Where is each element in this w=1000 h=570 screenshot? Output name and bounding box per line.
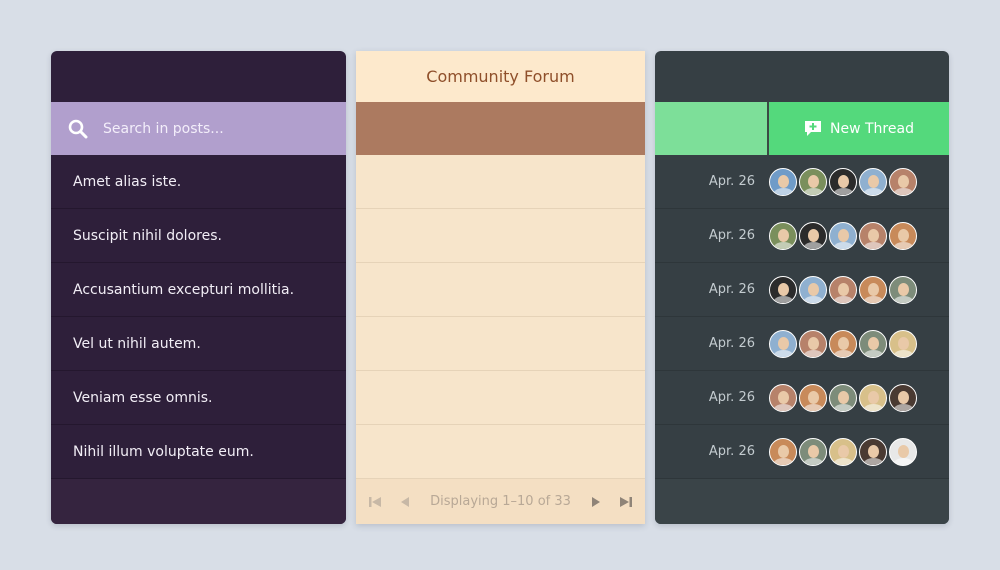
post-item[interactable]: Veniam esse omnis.	[51, 371, 346, 425]
avatar[interactable]	[889, 221, 917, 250]
avatar[interactable]	[769, 437, 797, 466]
participant-avatars	[769, 167, 919, 196]
triangle-right-icon[interactable]	[589, 495, 603, 509]
thread-row[interactable]: Apr. 26	[655, 425, 949, 479]
avatar[interactable]	[799, 221, 827, 250]
forum-header-band	[356, 102, 645, 155]
post-item[interactable]: Suscipit nihil dolores.	[51, 209, 346, 263]
avatar[interactable]	[889, 383, 917, 412]
avatar[interactable]	[889, 167, 917, 196]
participant-avatars	[769, 383, 919, 412]
pagination: Displaying 1–10 of 33	[356, 478, 645, 524]
threads-panel: New Thread Apr. 26 Apr. 26 Apr. 26 Apr. …	[655, 51, 949, 524]
forum-title: Community Forum	[356, 51, 645, 102]
avatar[interactable]	[769, 275, 797, 304]
avatar[interactable]	[859, 221, 887, 250]
avatar[interactable]	[799, 329, 827, 358]
post-title: Amet alias iste.	[73, 173, 182, 190]
threads-toolbar: New Thread	[655, 102, 949, 155]
forum-panel: Community Forum Displaying 1–10 of 33	[356, 51, 645, 524]
avatar[interactable]	[769, 221, 797, 250]
search-input[interactable]	[103, 120, 303, 137]
avatar[interactable]	[859, 167, 887, 196]
avatar[interactable]	[829, 383, 857, 412]
avatar[interactable]	[799, 167, 827, 196]
post-title: Veniam esse omnis.	[73, 389, 213, 406]
avatar[interactable]	[799, 437, 827, 466]
search-bar[interactable]	[51, 102, 346, 155]
avatar[interactable]	[889, 275, 917, 304]
avatar[interactable]	[769, 329, 797, 358]
post-title: Vel ut nihil autem.	[73, 335, 201, 352]
new-thread-label: New Thread	[830, 120, 914, 137]
avatar[interactable]	[859, 329, 887, 358]
threads-panel-header	[655, 51, 949, 102]
avatar[interactable]	[769, 167, 797, 196]
thread-row[interactable]: Apr. 26	[655, 317, 949, 371]
post-title: Suscipit nihil dolores.	[73, 227, 222, 244]
post-title: Accusantium excepturi mollitia.	[73, 281, 295, 298]
avatar[interactable]	[829, 275, 857, 304]
thread-date: Apr. 26	[708, 336, 755, 351]
avatar[interactable]	[829, 167, 857, 196]
toolbar-action-button[interactable]	[655, 102, 769, 155]
forum-row[interactable]	[356, 425, 645, 479]
avatar[interactable]	[889, 437, 917, 466]
skip-forward-icon[interactable]	[619, 495, 633, 509]
post-item[interactable]: Accusantium excepturi mollitia.	[51, 263, 346, 317]
pagination-text: Displaying 1–10 of 33	[430, 494, 571, 509]
avatar[interactable]	[799, 383, 827, 412]
participant-avatars	[769, 437, 919, 466]
forum-row[interactable]	[356, 317, 645, 371]
posts-panel: Amet alias iste. Suscipit nihil dolores.…	[51, 51, 346, 524]
post-title: Nihil illum voluptate eum.	[73, 443, 254, 460]
avatar[interactable]	[859, 437, 887, 466]
post-item[interactable]: Nihil illum voluptate eum.	[51, 425, 346, 479]
threads-panel-footer	[655, 479, 949, 524]
thread-date: Apr. 26	[708, 444, 755, 459]
post-list: Amet alias iste. Suscipit nihil dolores.…	[51, 155, 346, 479]
chat-plus-icon	[805, 121, 822, 136]
participant-avatars	[769, 329, 919, 358]
forum-row[interactable]	[356, 263, 645, 317]
new-thread-button[interactable]: New Thread	[769, 102, 949, 155]
thread-date: Apr. 26	[708, 174, 755, 189]
participant-avatars	[769, 221, 919, 250]
avatar[interactable]	[889, 329, 917, 358]
forum-row[interactable]	[356, 209, 645, 263]
avatar[interactable]	[859, 275, 887, 304]
triangle-left-icon[interactable]	[398, 495, 412, 509]
forum-row[interactable]	[356, 155, 645, 209]
thread-row[interactable]: Apr. 26	[655, 263, 949, 317]
avatar[interactable]	[829, 329, 857, 358]
post-item[interactable]: Vel ut nihil autem.	[51, 317, 346, 371]
avatar[interactable]	[829, 221, 857, 250]
posts-panel-header	[51, 51, 346, 102]
search-icon[interactable]	[68, 119, 88, 139]
participant-avatars	[769, 275, 919, 304]
thread-row[interactable]: Apr. 26	[655, 371, 949, 425]
thread-row[interactable]: Apr. 26	[655, 155, 949, 209]
avatar[interactable]	[799, 275, 827, 304]
thread-row[interactable]: Apr. 26	[655, 209, 949, 263]
avatar[interactable]	[769, 383, 797, 412]
thread-date: Apr. 26	[708, 282, 755, 297]
forum-row[interactable]	[356, 371, 645, 425]
avatar[interactable]	[829, 437, 857, 466]
skip-back-icon[interactable]	[368, 495, 382, 509]
thread-date: Apr. 26	[708, 390, 755, 405]
avatar[interactable]	[859, 383, 887, 412]
post-item[interactable]: Amet alias iste.	[51, 155, 346, 209]
thread-date: Apr. 26	[708, 228, 755, 243]
posts-panel-footer	[51, 479, 346, 524]
